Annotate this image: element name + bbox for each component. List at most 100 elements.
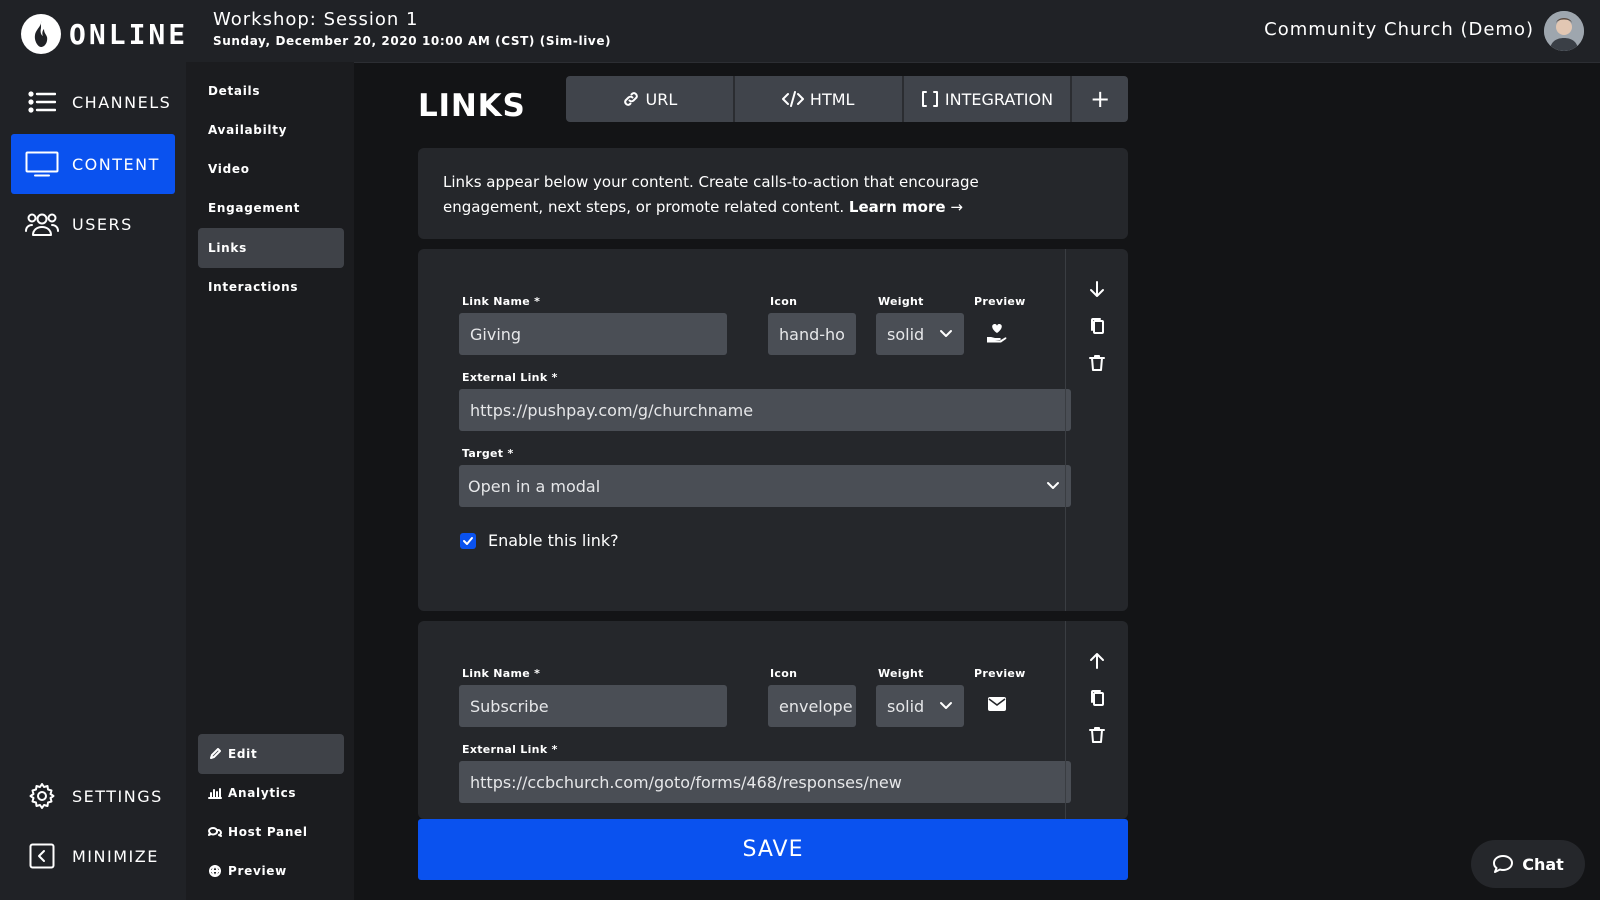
subnav-label: Availabilty (208, 123, 288, 137)
copy-icon[interactable] (1087, 316, 1107, 336)
icon-value: envelope (779, 696, 853, 716)
organization-name[interactable]: Community Church (Demo) (1264, 19, 1534, 40)
chat-bubble-icon (1492, 854, 1514, 874)
nav-item-settings[interactable]: SETTINGS (11, 766, 175, 826)
move-up-icon[interactable] (1087, 651, 1107, 671)
subnav-item-interactions[interactable]: Interactions (198, 267, 344, 307)
tab-add[interactable]: + (1072, 76, 1128, 122)
enable-link-label: Enable this link? (488, 531, 619, 550)
subnav-item-analytics[interactable]: Analytics (198, 773, 344, 813)
subnav-item-availability[interactable]: Availabilty (198, 110, 344, 150)
subnav-label: Links (208, 241, 247, 255)
tab-url[interactable]: URL (566, 76, 735, 122)
chat-button[interactable]: Chat (1471, 840, 1585, 888)
flame-logo-icon (21, 14, 61, 54)
external-link-input[interactable]: https://ccbchurch.com/goto/forms/468/res… (459, 761, 1071, 803)
envelope-icon (988, 697, 1006, 711)
avatar[interactable] (1544, 11, 1584, 51)
copy-icon[interactable] (1087, 688, 1107, 708)
nav-label-minimize: MINIMIZE (72, 846, 159, 866)
analytics-icon (208, 787, 222, 799)
weight-select[interactable]: solid (876, 313, 964, 355)
subnav-item-host-panel[interactable]: Host Panel (198, 812, 344, 852)
weight-value: solid (887, 696, 925, 716)
external-link-value: https://pushpay.com/g/churchname (470, 400, 754, 420)
learn-more-link[interactable]: Learn more (849, 198, 946, 216)
chevron-down-icon (939, 699, 953, 713)
external-link-value: https://ccbchurch.com/goto/forms/468/res… (470, 772, 902, 792)
trash-icon[interactable] (1087, 353, 1107, 373)
enable-link-checkbox[interactable] (460, 533, 476, 549)
nav-label-settings: SETTINGS (72, 786, 163, 806)
chevron-down-icon (939, 327, 953, 341)
icon-value: hand-ho (779, 324, 845, 344)
subnav-item-links[interactable]: Links (198, 228, 344, 268)
info-text: Links appear below your content. Create … (443, 170, 1043, 220)
hand-holding-heart-icon (986, 323, 1008, 343)
tab-html-label: HTML (809, 89, 855, 109)
subnav-label: Interactions (208, 280, 299, 294)
target-select[interactable]: Open in a modal (459, 465, 1071, 507)
icon-label: Icon (770, 295, 798, 308)
chevron-down-icon (1046, 479, 1060, 493)
weight-value: solid (887, 324, 925, 344)
plus-icon: + (1090, 85, 1111, 113)
nav-item-minimize[interactable]: MINIMIZE (11, 826, 175, 886)
icon-input[interactable]: hand-ho (768, 313, 856, 355)
subnav-item-engagement[interactable]: Engagement (198, 188, 344, 228)
subnav-item-details[interactable]: Details (198, 71, 344, 111)
subnav-label: Details (208, 84, 261, 98)
users-icon (25, 211, 59, 237)
chat-label: Chat (1522, 854, 1564, 874)
card-actions (1065, 249, 1128, 611)
link-name-input[interactable]: Giving (459, 313, 727, 355)
external-link-label: External Link * (462, 743, 558, 756)
subnav-label: Edit (228, 747, 258, 761)
nav-item-channels[interactable]: CHANNELS (11, 72, 175, 132)
links-info-box: Links appear below your content. Create … (418, 148, 1128, 239)
tab-integration[interactable]: INTEGRATION (903, 76, 1073, 122)
link-card: Link Name * Icon Weight Preview Subscrib… (418, 621, 1128, 819)
minimize-icon (25, 843, 59, 869)
tab-html[interactable]: HTML (734, 76, 904, 122)
subnav-label: Host Panel (228, 825, 308, 839)
link-name-label: Link Name * (462, 295, 541, 308)
nav-item-content[interactable]: CONTENT (11, 134, 175, 194)
link-name-input[interactable]: Subscribe (459, 685, 727, 727)
brackets-icon (921, 91, 939, 107)
subnav-item-edit[interactable]: Edit (198, 734, 344, 774)
top-header: Workshop: Session 1 Sunday, December 20,… (186, 0, 1600, 63)
icon-label: Icon (770, 667, 798, 680)
save-button[interactable]: SAVE (418, 819, 1128, 880)
session-datetime: Sunday, December 20, 2020 10:00 AM (CST)… (213, 34, 612, 48)
list-icon (25, 90, 59, 114)
link-name-label: Link Name * (462, 667, 541, 680)
tab-url-label: URL (645, 89, 678, 109)
left-nav: ONLINE CHANNELS CONTENT USERS SETTINGS M… (0, 0, 186, 900)
monitor-icon (25, 151, 59, 177)
code-icon (781, 91, 804, 107)
tab-integration-label: INTEGRATION (944, 89, 1054, 109)
trash-icon[interactable] (1087, 725, 1107, 745)
move-down-icon[interactable] (1087, 279, 1107, 299)
weight-label: Weight (878, 667, 924, 680)
external-link-input[interactable]: https://pushpay.com/g/churchname (459, 389, 1071, 431)
nav-item-users[interactable]: USERS (11, 194, 175, 254)
subnav-item-preview[interactable]: Preview (198, 851, 344, 891)
link-name-value: Giving (470, 324, 522, 344)
brand-logo[interactable]: ONLINE (21, 14, 188, 54)
target-value: Open in a modal (468, 476, 601, 496)
external-link-label: External Link * (462, 371, 558, 384)
icon-input[interactable]: envelope (768, 685, 856, 727)
link-card: Link Name * Icon Weight Preview Giving h… (418, 249, 1128, 611)
content-subnav: Details Availabilty Video Engagement Lin… (186, 62, 354, 900)
subnav-label: Video (208, 162, 250, 176)
globe-icon (208, 865, 222, 877)
chat-bubbles-icon (208, 826, 222, 838)
subnav-item-video[interactable]: Video (198, 149, 344, 189)
page-title: LINKS (418, 88, 526, 124)
arrow-right-icon: → (950, 198, 963, 216)
subnav-label: Preview (228, 864, 287, 878)
subnav-label: Analytics (228, 786, 297, 800)
weight-select[interactable]: solid (876, 685, 964, 727)
